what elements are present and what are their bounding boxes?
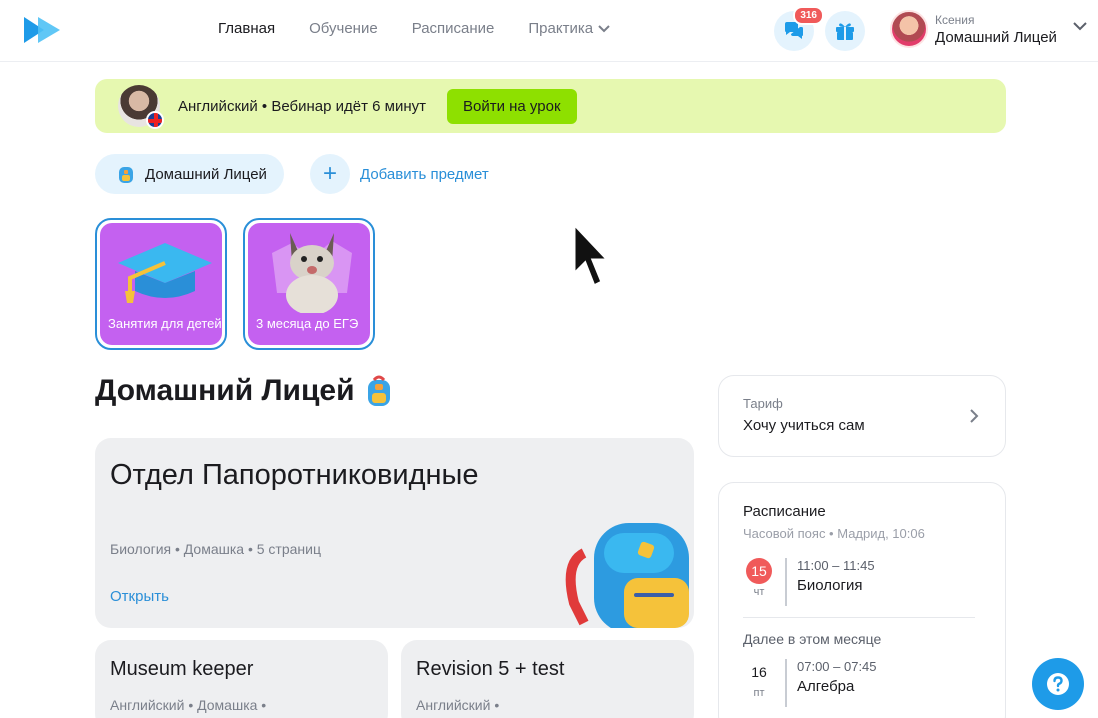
nav-item-practice-label: Практика [528, 20, 594, 37]
schedule-time: 11:00 – 11:45 [797, 558, 875, 573]
chat-button[interactable]: 316 [774, 6, 824, 51]
schedule-day: 15 [746, 558, 772, 584]
gift-icon [836, 23, 854, 40]
main-nav: Главная Обучение Расписание Практика [218, 20, 611, 37]
open-link[interactable]: Открыть [110, 588, 169, 605]
schedule-time: 07:00 – 07:45 [797, 659, 877, 674]
live-webinar-banner: Английский • Вебинар идёт 6 минут Войти … [95, 79, 1006, 133]
homework-card[interactable]: Revision 5 + test Английский • [401, 640, 694, 718]
user-school: Домашний Лицей [935, 28, 1057, 46]
subject-chip-home-lyceum[interactable]: Домашний Лицей [95, 154, 284, 194]
homework-title: Revision 5 + test [416, 658, 565, 680]
user-name: Ксения [935, 12, 975, 27]
section-title-text: Домашний Лицей [95, 374, 355, 407]
chat-badge: 316 [793, 6, 824, 25]
backpack-icon [119, 167, 133, 183]
backpack-icon [367, 375, 390, 406]
help-button[interactable] [1032, 658, 1084, 710]
teacher-avatar [118, 85, 164, 129]
tariff-card[interactable]: Тариф Хочу учиться сам [718, 375, 1006, 457]
schedule-divider [785, 558, 787, 606]
homework-meta: Биология • Домашка • 5 страниц [110, 541, 321, 557]
schedule-divider [785, 659, 787, 707]
top-header: Главная Обучение Расписание Практика 316… [0, 0, 1098, 62]
schedule-day: 16 [751, 664, 767, 680]
schedule-timezone: Часовой пояс • Мадрид, 10:06 [743, 526, 925, 541]
user-menu[interactable]: Ксения Домашний Лицей [890, 10, 1088, 48]
schedule-item[interactable]: 16 пт 07:00 – 07:45 Алгебра [743, 659, 877, 707]
chevron-right-icon [970, 409, 979, 423]
schedule-subject: Биология [797, 577, 863, 594]
homework-meta: Английский • [416, 697, 500, 713]
add-subject-button[interactable]: + [310, 154, 350, 194]
avatar [890, 10, 928, 48]
tariff-value: Хочу учиться сам [743, 417, 865, 434]
graduation-cap-icon [118, 243, 212, 303]
add-subject-link[interactable]: Добавить предмет [360, 166, 489, 183]
webinar-status: Английский • Вебинар идёт 6 минут [178, 97, 426, 115]
mouse-cursor-icon [572, 222, 612, 289]
story-label: Занятия для детей [108, 316, 222, 332]
homework-meta: Английский • Домашка • [110, 697, 267, 713]
section-title: Домашний Лицей [95, 374, 393, 408]
cat-icon [272, 233, 352, 313]
homework-card[interactable]: Museum keeper Английский • Домашка • [95, 640, 388, 718]
schedule-later-label: Далее в этом месяце [743, 631, 882, 647]
nav-item-schedule[interactable]: Расписание [412, 20, 495, 37]
schedule-item[interactable]: 15 чт 11:00 – 11:45 Биология [743, 558, 875, 606]
story-card-exam[interactable]: 3 месяца до ЕГЭ [243, 218, 375, 350]
schedule-info: 11:00 – 11:45 Биология [797, 558, 875, 606]
story-card-exam-inner: 3 месяца до ЕГЭ [248, 223, 370, 345]
story-label: 3 месяца до ЕГЭ [256, 316, 359, 332]
schedule-separator [743, 617, 975, 618]
homework-title: Museum keeper [110, 658, 254, 680]
chevron-down-icon [598, 24, 610, 32]
schedule-info: 07:00 – 07:45 Алгебра [797, 659, 877, 707]
nav-item-home[interactable]: Главная [218, 20, 275, 37]
plus-icon: + [322, 160, 337, 187]
schedule-date: 15 чт [743, 558, 775, 606]
schedule-weekday: чт [753, 586, 765, 598]
story-card-kids-inner: Занятия для детей [100, 223, 222, 345]
homework-card-main[interactable]: Отдел Папоротниковидные Биология • Домаш… [95, 438, 694, 628]
nav-item-practice[interactable]: Практика [528, 20, 611, 37]
schedule-subject: Алгебра [797, 678, 855, 695]
join-lesson-button[interactable]: Войти на урок [447, 88, 577, 124]
story-card-kids[interactable]: Занятия для детей [95, 218, 227, 350]
schedule-weekday: пт [753, 687, 765, 699]
subject-chip-label: Домашний Лицей [145, 165, 267, 183]
nav-item-learning[interactable]: Обучение [309, 20, 378, 37]
schedule-date: 16 пт [743, 659, 775, 707]
user-text: Ксения Домашний Лицей [935, 13, 1057, 46]
chevron-down-icon [1073, 22, 1087, 31]
backpack-illustration-icon [565, 523, 689, 628]
homework-title: Отдел Папоротниковидные [110, 459, 479, 491]
question-icon [1047, 673, 1069, 695]
tariff-label: Тариф [743, 396, 783, 411]
logo-icon[interactable] [24, 17, 62, 43]
schedule-title: Расписание [743, 503, 826, 520]
uk-flag-icon [146, 111, 164, 129]
schedule-card: Расписание Часовой пояс • Мадрид, 10:06 … [718, 482, 1006, 718]
gift-button[interactable] [825, 11, 865, 51]
